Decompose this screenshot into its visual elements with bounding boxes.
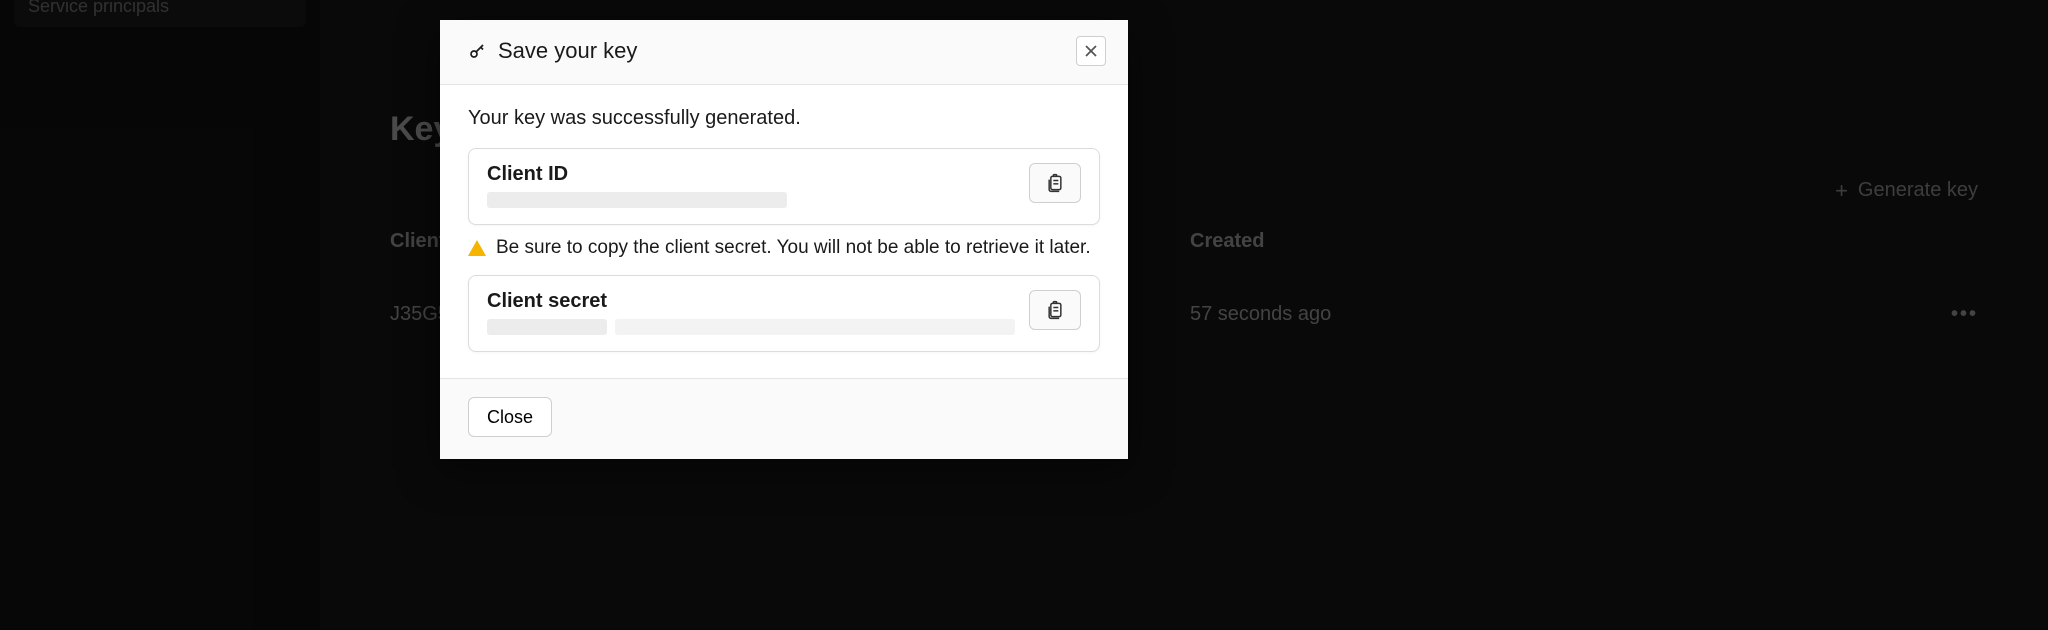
- modal-message: Your key was successfully generated.: [468, 107, 1100, 130]
- client-secret-card: Client secret: [468, 275, 1100, 352]
- client-id-card: Client ID: [468, 148, 1100, 225]
- key-icon: [468, 42, 486, 60]
- client-id-value-redacted: [487, 192, 787, 208]
- client-id-label: Client ID: [487, 163, 1015, 186]
- modal-header: Save your key: [440, 20, 1128, 85]
- warning-text: Be sure to copy the client secret. You w…: [496, 237, 1091, 259]
- close-button[interactable]: Close: [468, 397, 552, 437]
- warning-row: Be sure to copy the client secret. You w…: [468, 237, 1100, 259]
- modal-title: Save your key: [498, 38, 637, 64]
- modal-close-button[interactable]: [1076, 36, 1106, 66]
- copy-client-id-button[interactable]: [1029, 163, 1081, 203]
- clipboard-icon: [1045, 173, 1065, 193]
- warning-icon: [468, 240, 486, 256]
- client-secret-tail-redacted: [615, 319, 1015, 335]
- clipboard-icon: [1045, 300, 1065, 320]
- modal-body: Your key was successfully generated. Cli…: [440, 85, 1128, 378]
- client-secret-value-redacted: [487, 319, 607, 335]
- modal-footer: Close: [440, 378, 1128, 459]
- save-key-modal: Save your key Your key was successfully …: [440, 20, 1128, 459]
- close-icon: [1084, 44, 1098, 58]
- copy-client-secret-button[interactable]: [1029, 290, 1081, 330]
- client-secret-label: Client secret: [487, 290, 1015, 313]
